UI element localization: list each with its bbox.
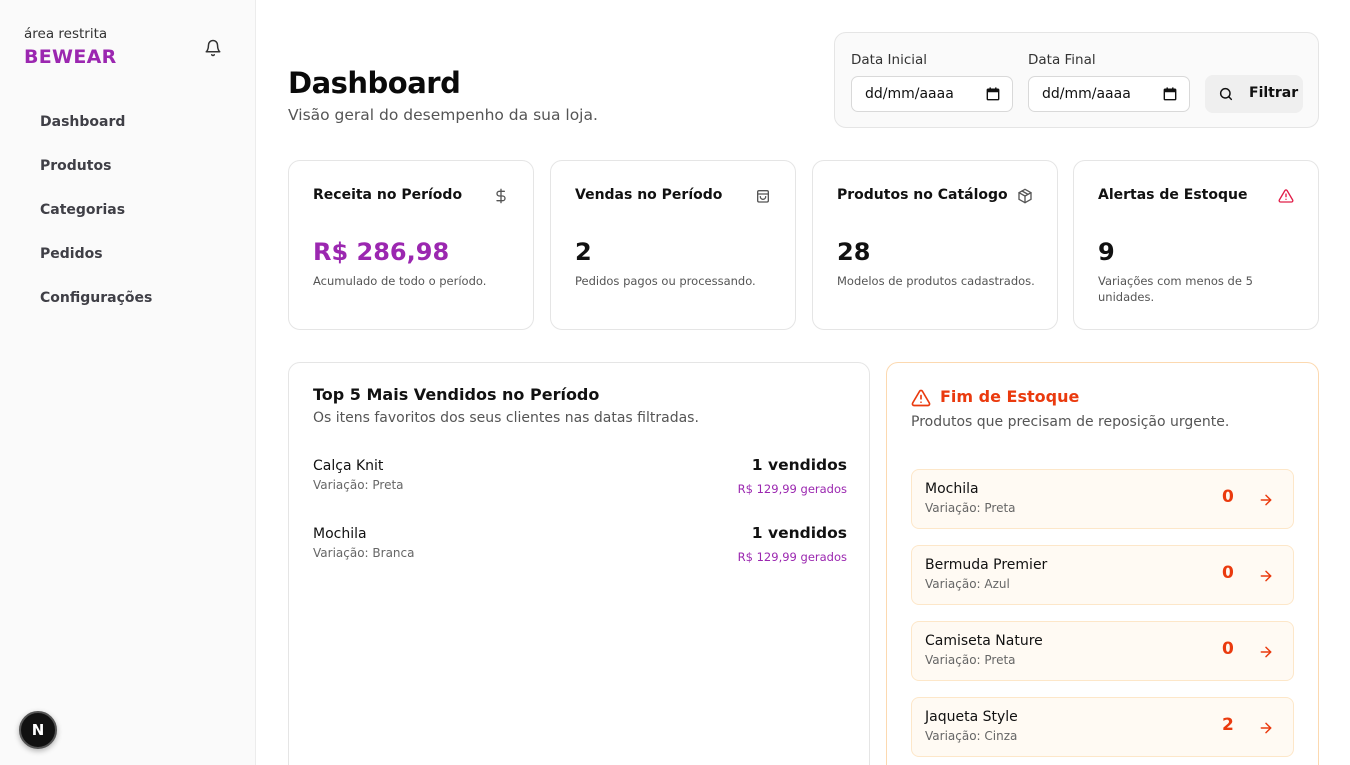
product-name: Jaqueta Style (925, 709, 1018, 725)
product-name: Calça Knit (313, 458, 384, 474)
arrow-right-icon[interactable] (1258, 644, 1274, 660)
calendar-icon[interactable] (986, 87, 1000, 101)
stat-card-products: Produtos no Catálogo 28 Modelos de produ… (812, 160, 1058, 330)
list-item: Calça Knit Variação: Preta 1 vendidos R$… (313, 456, 847, 508)
product-variation: Variação: Cinza (925, 729, 1018, 743)
brand-logo[interactable]: BEWEAR (24, 46, 117, 68)
revenue-generated: R$ 129,99 gerados (737, 550, 847, 564)
stat-card-value: 9 (1098, 238, 1115, 266)
product-name: Mochila (313, 526, 367, 542)
dollar-icon (496, 188, 506, 204)
sidebar-item-categorias[interactable]: Categorias (24, 192, 232, 228)
filter-button[interactable]: Filtrar (1205, 75, 1303, 113)
start-date-label: Data Inicial (851, 52, 928, 68)
top-sellers-subtitle: Os itens favoritos dos seus clientes nas… (313, 410, 699, 426)
filter-button-label: Filtrar (1249, 85, 1299, 101)
product-variation: Variação: Preta (313, 478, 404, 492)
stat-card-stock-alerts: Alertas de Estoque 9 Variações com menos… (1073, 160, 1319, 330)
product-variation: Variação: Branca (313, 546, 415, 560)
product-variation: Variação: Preta (925, 501, 1016, 515)
end-date-input[interactable]: dd/mm/aaaa (1028, 76, 1190, 112)
stock-quantity: 2 (1222, 715, 1234, 735)
product-name: Mochila (925, 481, 979, 497)
stock-quantity: 0 (1222, 639, 1234, 659)
low-stock-title: Fim de Estoque (940, 387, 1080, 406)
shopping-bag-icon (757, 190, 769, 203)
list-item[interactable]: Bermuda Premier Variação: Azul 0 (911, 545, 1294, 605)
product-variation: Variação: Azul (925, 577, 1010, 591)
stat-card-title: Receita no Período (313, 187, 463, 203)
sidebar-item-configuracoes[interactable]: Configurações (24, 280, 232, 316)
stat-card-value: R$ 286,98 (313, 238, 450, 266)
start-date-input[interactable]: dd/mm/aaaa (851, 76, 1013, 112)
list-item[interactable]: Mochila Variação: Preta 0 (911, 469, 1294, 529)
low-stock-subtitle: Produtos que precisam de reposição urgen… (911, 414, 1230, 430)
product-variation: Variação: Preta (925, 653, 1016, 667)
bell-icon[interactable] (204, 39, 222, 57)
arrow-right-icon[interactable] (1258, 568, 1274, 584)
page-title: Dashboard (288, 66, 461, 100)
stat-card-value: 28 (837, 238, 871, 266)
sidebar-item-pedidos[interactable]: Pedidos (24, 236, 232, 272)
area-label: área restrita (24, 26, 108, 42)
list-item[interactable]: Jaqueta Style Variação: Cinza 2 (911, 697, 1294, 757)
search-icon (1219, 87, 1233, 101)
sidebar-item-produtos[interactable]: Produtos (24, 148, 232, 184)
page-subtitle: Visão geral do desempenho da sua loja. (288, 106, 598, 124)
stat-card-value: 2 (575, 238, 592, 266)
dev-tools-badge[interactable]: N (19, 711, 57, 749)
stat-card-description: Variações com menos de 5 unidades. (1098, 274, 1253, 304)
units-sold: 1 vendidos (751, 524, 847, 542)
sidebar-item-dashboard[interactable]: Dashboard (24, 104, 232, 140)
stock-quantity: 0 (1222, 487, 1234, 507)
list-item: Mochila Variação: Branca 1 vendidos R$ 1… (313, 524, 847, 576)
start-date-value: dd/mm/aaaa (865, 86, 954, 102)
end-date-value: dd/mm/aaaa (1042, 86, 1131, 102)
stock-quantity: 0 (1222, 563, 1234, 583)
arrow-right-icon[interactable] (1258, 720, 1274, 736)
sidebar-nav: Dashboard Produtos Categorias Pedidos Co… (24, 104, 232, 324)
end-date-label: Data Final (1028, 52, 1096, 68)
product-name: Camiseta Nature (925, 633, 1043, 649)
revenue-generated: R$ 129,99 gerados (737, 482, 847, 496)
stat-card-revenue: Receita no Período R$ 286,98 Acumulado d… (288, 160, 534, 330)
date-filter-panel: Data Inicial dd/mm/aaaa Data Final dd/mm… (834, 32, 1319, 128)
sidebar: área restrita BEWEAR Dashboard Produtos … (0, 0, 256, 765)
top-sellers-panel: Top 5 Mais Vendidos no Período Os itens … (288, 362, 870, 765)
list-item[interactable]: Camiseta Nature Variação: Preta 0 (911, 621, 1294, 681)
units-sold: 1 vendidos (751, 456, 847, 474)
stat-card-description: Modelos de produtos cadastrados. (837, 274, 1035, 288)
package-icon (1018, 188, 1032, 204)
stat-card-title: Vendas no Período (575, 187, 723, 203)
calendar-icon[interactable] (1163, 87, 1177, 101)
product-name: Bermuda Premier (925, 557, 1048, 573)
stat-card-description: Acumulado de todo o período. (313, 274, 487, 288)
low-stock-panel: Fim de Estoque Produtos que precisam de … (886, 362, 1319, 765)
stat-card-title: Produtos no Catálogo (837, 187, 1008, 203)
alert-triangle-icon (1278, 189, 1294, 203)
stat-card-description: Pedidos pagos ou processando. (575, 274, 756, 288)
stat-card-title: Alertas de Estoque (1098, 187, 1248, 203)
arrow-right-icon[interactable] (1258, 492, 1274, 508)
alert-triangle-icon (911, 389, 931, 407)
top-sellers-title: Top 5 Mais Vendidos no Período (313, 385, 600, 404)
stat-card-sales: Vendas no Período 2 Pedidos pagos ou pro… (550, 160, 796, 330)
